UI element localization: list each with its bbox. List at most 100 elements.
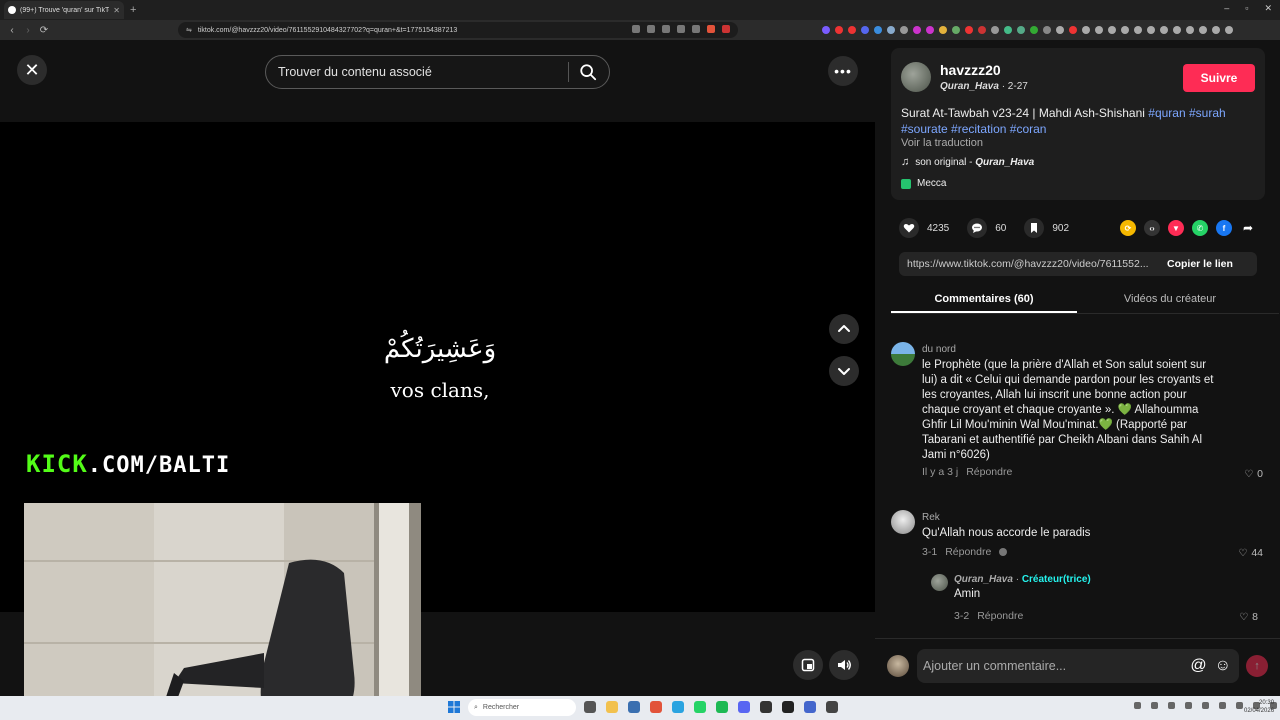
- extension-icon[interactable]: [1212, 26, 1220, 34]
- extension-icon[interactable]: [1225, 26, 1233, 34]
- extension-icon[interactable]: [1108, 26, 1116, 34]
- tray-icon[interactable]: [1134, 702, 1141, 709]
- more-options-button[interactable]: •••: [828, 56, 858, 86]
- brave-rewards-icon[interactable]: [722, 25, 730, 33]
- emoji-icon[interactable]: ☺: [1215, 657, 1231, 675]
- comment-input[interactable]: [923, 659, 1183, 673]
- extension-icon[interactable]: [926, 26, 934, 34]
- extension-icon[interactable]: [822, 26, 830, 34]
- tab-close-icon[interactable]: ✕: [113, 6, 120, 15]
- extension-icon[interactable]: [900, 26, 908, 34]
- extension-icon[interactable]: [1004, 26, 1012, 34]
- mention-icon[interactable]: @: [1190, 657, 1206, 675]
- new-tab-button[interactable]: +: [130, 4, 136, 16]
- extension-icon[interactable]: [1121, 26, 1129, 34]
- hashtag-link[interactable]: #coran: [1010, 122, 1047, 136]
- reply-button[interactable]: Répondre: [977, 610, 1023, 622]
- save-button[interactable]: 902: [1024, 218, 1069, 238]
- reply-button[interactable]: Répondre: [966, 466, 1012, 478]
- url-action-icon[interactable]: [662, 25, 670, 33]
- windows-start-icon[interactable]: [448, 701, 460, 713]
- restore-button[interactable]: ▫: [1245, 3, 1248, 14]
- taskbar-clock[interactable]: 20:30 02/04/2026: [1244, 699, 1274, 715]
- commenter-name[interactable]: Rek: [922, 512, 940, 523]
- minimize-button[interactable]: –: [1224, 3, 1229, 14]
- next-video-button[interactable]: [829, 356, 859, 386]
- extension-icon[interactable]: [1017, 26, 1025, 34]
- extension-icon[interactable]: [1069, 26, 1077, 34]
- extension-icon[interactable]: [874, 26, 882, 34]
- hashtag-link[interactable]: #sourate: [901, 122, 948, 136]
- extension-icon[interactable]: [1030, 26, 1038, 34]
- replier-name[interactable]: Quran_Hava: [954, 574, 1013, 585]
- tray-icon[interactable]: [1168, 702, 1175, 709]
- video-link-url[interactable]: https://www.tiktok.com/@havzzz20/video/7…: [899, 258, 1167, 270]
- extension-icon[interactable]: [952, 26, 960, 34]
- comment-like-button[interactable]: ♡ 44: [1238, 547, 1263, 559]
- creator-username[interactable]: havzzz20: [940, 62, 1001, 78]
- floating-player-button[interactable]: [793, 650, 823, 680]
- forward-icon[interactable]: ›: [20, 25, 36, 36]
- url-action-icon[interactable]: [632, 25, 640, 33]
- discord-icon[interactable]: [738, 701, 750, 713]
- extension-icon[interactable]: [1095, 26, 1103, 34]
- url-field[interactable]: ⇋ tiktok.com/@havzzz20/video/76115529104…: [178, 22, 738, 38]
- extension-icon[interactable]: [1160, 26, 1168, 34]
- url-action-icon[interactable]: [692, 25, 700, 33]
- notion-icon[interactable]: [782, 701, 794, 713]
- browser-tab[interactable]: (99+) Trouve 'quran' sur TikTok ✕: [4, 1, 124, 19]
- commenter-avatar[interactable]: [891, 510, 915, 534]
- comment-like-button[interactable]: ♡ 0: [1244, 468, 1263, 480]
- extension-icon[interactable]: [835, 26, 843, 34]
- app-icon[interactable]: [760, 701, 772, 713]
- hashtag-link[interactable]: #quran: [1148, 106, 1185, 120]
- tab-comments[interactable]: Commentaires (60): [891, 286, 1077, 313]
- file-explorer-icon[interactable]: [606, 701, 618, 713]
- copy-link-button[interactable]: Copier le lien: [1167, 258, 1233, 270]
- related-search-input[interactable]: [278, 65, 568, 79]
- extension-icon[interactable]: [991, 26, 999, 34]
- brave-shield-icon[interactable]: [707, 25, 715, 33]
- spotify-icon[interactable]: [716, 701, 728, 713]
- tray-icon[interactable]: [1151, 702, 1158, 709]
- tray-icon[interactable]: [1202, 702, 1209, 709]
- whatsapp-icon[interactable]: ✆: [1192, 220, 1208, 236]
- creator-avatar[interactable]: [901, 62, 931, 92]
- replier-avatar[interactable]: [931, 574, 948, 591]
- telegram-icon[interactable]: [672, 701, 684, 713]
- share-arrow-icon[interactable]: ➦: [1240, 220, 1256, 236]
- brave-icon[interactable]: [650, 701, 662, 713]
- tray-icon[interactable]: [1236, 702, 1243, 709]
- whatsapp-icon[interactable]: [694, 701, 706, 713]
- reload-icon[interactable]: ⟳: [36, 25, 52, 36]
- back-icon[interactable]: ‹: [4, 25, 20, 36]
- commenter-name[interactable]: du nord: [922, 344, 956, 355]
- send-comment-button[interactable]: ↑: [1246, 655, 1268, 677]
- extension-icon[interactable]: [1056, 26, 1064, 34]
- extension-icon[interactable]: [978, 26, 986, 34]
- close-video-button[interactable]: ✕: [17, 55, 47, 85]
- commenter-avatar[interactable]: [891, 342, 915, 366]
- extension-icon[interactable]: [887, 26, 895, 34]
- extension-icon[interactable]: [1186, 26, 1194, 34]
- embed-icon[interactable]: ‹›: [1144, 220, 1160, 236]
- location-link[interactable]: Mecca: [901, 178, 946, 189]
- search-icon[interactable]: [579, 63, 597, 81]
- extension-icon[interactable]: [939, 26, 947, 34]
- url-action-icon[interactable]: [677, 25, 685, 33]
- app-icon[interactable]: [628, 701, 640, 713]
- tray-icon[interactable]: [1185, 702, 1192, 709]
- reply-button[interactable]: Répondre: [945, 546, 991, 558]
- reply-like-button[interactable]: ♡ 8: [1239, 611, 1258, 623]
- comment-button[interactable]: 60: [967, 218, 1006, 238]
- follow-button[interactable]: Suivre: [1183, 64, 1255, 92]
- tray-icon[interactable]: [1219, 702, 1226, 709]
- extension-icon[interactable]: [861, 26, 869, 34]
- app-icon[interactable]: [826, 701, 838, 713]
- site-info-icon[interactable]: ⇋: [186, 26, 192, 34]
- url-action-icon[interactable]: [647, 25, 655, 33]
- previous-video-button[interactable]: [829, 314, 859, 344]
- hashtag-link[interactable]: #recitation: [951, 122, 1006, 136]
- extension-icon[interactable]: [1134, 26, 1142, 34]
- extension-icon[interactable]: [1173, 26, 1181, 34]
